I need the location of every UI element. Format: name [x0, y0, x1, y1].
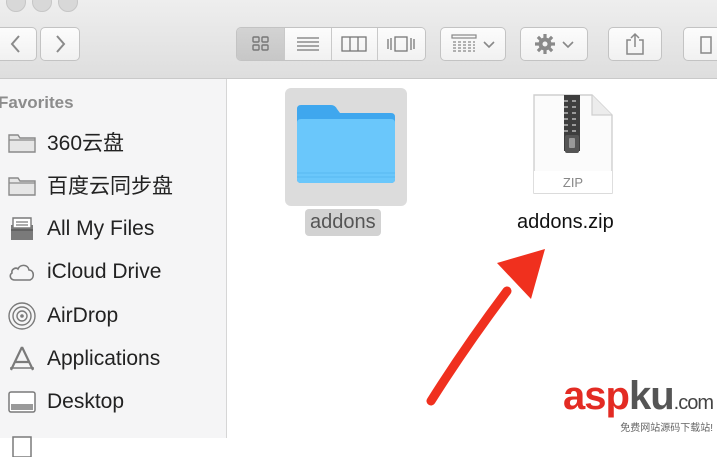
sidebar-item-airdrop[interactable]: AirDrop	[5, 298, 118, 334]
sidebar-item-desktop[interactable]: Desktop	[5, 384, 124, 420]
share-button[interactable]	[608, 27, 662, 61]
close-button[interactable]	[6, 0, 26, 12]
folder-icon	[297, 105, 395, 183]
gear-icon	[535, 34, 555, 54]
list-view-button[interactable]	[285, 28, 332, 60]
column-view-button[interactable]	[331, 28, 378, 60]
chevron-down-icon	[483, 41, 495, 49]
chevron-right-icon	[56, 35, 66, 53]
sidebar-item-label: 360云盘	[47, 132, 125, 155]
share-icon	[626, 32, 644, 55]
column-view-icon	[341, 36, 367, 52]
sidebar-item-label: Applications	[47, 347, 161, 370]
chevron-left-icon	[10, 35, 20, 53]
zoom-button[interactable]	[58, 0, 78, 12]
folder-addons[interactable]	[293, 101, 399, 190]
forward-button[interactable]	[40, 27, 80, 61]
cover-flow-icon	[387, 36, 416, 52]
sidebar-item-all-my-files[interactable]: All My Files	[5, 211, 154, 247]
sidebar-item-label: iCloud Drive	[47, 260, 162, 283]
icon-view-button[interactable]	[237, 28, 286, 60]
watermark: aspku.com 免费网站源码下载站!	[563, 374, 714, 434]
sidebar-item-applications[interactable]: Applications	[5, 341, 160, 377]
desktop-icon	[5, 387, 39, 417]
applications-icon	[5, 344, 39, 374]
sidebar: Favorites 360云盘 百度云同步盘 All My Files iClo…	[0, 79, 227, 457]
sidebar-item-360[interactable]: 360云盘	[5, 124, 124, 160]
sidebar-item-partial[interactable]	[5, 427, 39, 463]
sidebar-item-label: AirDrop	[47, 304, 119, 327]
minimize-button[interactable]	[32, 0, 52, 12]
folder-icon	[5, 170, 39, 200]
all-files-icon	[5, 214, 39, 244]
sidebar-header-favorites: Favorites	[0, 93, 74, 112]
icon-view-icon	[251, 36, 269, 51]
tag-icon	[700, 36, 712, 54]
folder-icon	[5, 127, 39, 157]
cover-flow-view-button[interactable]	[377, 28, 425, 60]
edit-tags-button[interactable]	[683, 27, 717, 61]
view-mode-segmented	[236, 27, 426, 61]
window-toolbar	[0, 0, 717, 79]
arrange-icon	[451, 34, 477, 52]
document-icon	[5, 430, 39, 460]
airdrop-icon	[5, 301, 39, 331]
sidebar-item-label: Desktop	[47, 390, 125, 413]
file-addons-zip[interactable]: ZIP	[530, 93, 616, 202]
file-label: addons	[305, 209, 381, 236]
sidebar-item-label: 百度云同步盘	[47, 175, 173, 198]
watermark-logo: aspku.com	[563, 374, 714, 418]
annotation-arrow	[426, 249, 545, 406]
file-label: addons.zip	[517, 211, 614, 233]
arrange-button[interactable]	[440, 27, 506, 61]
list-view-icon	[296, 37, 319, 51]
sidebar-item-baidu[interactable]: 百度云同步盘	[5, 167, 173, 203]
zip-badge: ZIP	[562, 175, 584, 190]
sidebar-item-icloud-drive[interactable]: iCloud Drive	[5, 254, 161, 290]
back-button[interactable]	[0, 27, 37, 61]
chevron-down-icon	[562, 41, 574, 49]
sidebar-item-label: All My Files	[47, 217, 155, 240]
cloud-icon	[5, 257, 39, 287]
action-button[interactable]	[520, 27, 588, 61]
